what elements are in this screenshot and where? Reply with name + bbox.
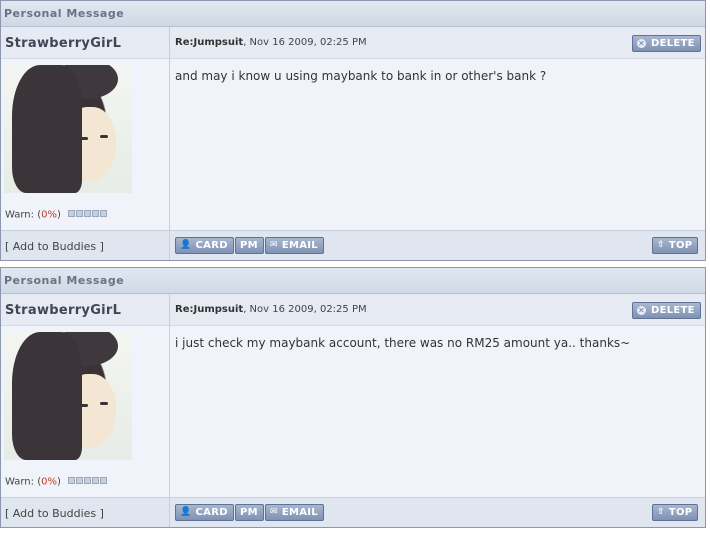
- top-button[interactable]: ⇧ TOP: [652, 237, 699, 254]
- post-date: , Nov 16 2009, 02:25 PM: [243, 37, 367, 48]
- author-panel: StrawberryGirL Warn: (0%): [1, 27, 170, 230]
- post-footer: [ Add to Buddies ] 👤 CARD PM ✉ EMAIL ⇧ TOP: [1, 497, 705, 527]
- warn-meter: [68, 476, 108, 487]
- envelope-icon: ✉: [270, 507, 278, 517]
- avatar: [4, 65, 132, 193]
- post-subject: Re:Jumpsuit: [175, 304, 244, 315]
- post-header: Re:Jumpsuit, Nov 16 2009, 02:25 PM ✕ DELE…: [170, 27, 705, 59]
- author-row: StrawberryGirL: [1, 27, 169, 59]
- pm-button[interactable]: PM: [235, 504, 264, 521]
- author-name[interactable]: StrawberryGirL: [5, 303, 121, 318]
- post-meta: Re:Jumpsuit, Nov 16 2009, 02:25 PM: [175, 304, 367, 315]
- avatar: [4, 332, 132, 460]
- author-row: StrawberryGirL: [1, 294, 169, 326]
- arrow-up-icon: ⇧: [657, 507, 665, 517]
- message-post-2: Personal Message StrawberryGirL Warn: (0…: [0, 267, 706, 528]
- warn-value: 0%: [41, 209, 57, 221]
- post-footer: [ Add to Buddies ] 👤 CARD PM ✉ EMAIL ⇧ TOP: [1, 230, 705, 260]
- post-date: , Nov 16 2009, 02:25 PM: [243, 304, 367, 315]
- post-content: Re:Jumpsuit, Nov 16 2009, 02:25 PM ✕ DELE…: [170, 294, 705, 497]
- card-button[interactable]: 👤 CARD: [175, 237, 234, 254]
- close-icon: ✕: [637, 306, 646, 315]
- section-title: Personal Message: [1, 268, 705, 294]
- close-icon: ✕: [637, 39, 646, 48]
- author-name[interactable]: StrawberryGirL: [5, 36, 121, 51]
- warn-level: Warn: (0%): [5, 476, 108, 488]
- post-meta: Re:Jumpsuit, Nov 16 2009, 02:25 PM: [175, 37, 367, 48]
- email-button[interactable]: ✉ EMAIL: [265, 237, 324, 254]
- post-header: Re:Jumpsuit, Nov 16 2009, 02:25 PM ✕ DELE…: [170, 294, 705, 326]
- post-body: i just check my maybank account, there w…: [175, 336, 631, 350]
- delete-button[interactable]: ✕ DELETE: [632, 302, 701, 319]
- post-body: and may i know u using maybank to bank i…: [175, 69, 547, 83]
- section-title: Personal Message: [1, 1, 705, 27]
- user-icon: 👤: [180, 240, 192, 250]
- post-content: Re:Jumpsuit, Nov 16 2009, 02:25 PM ✕ DELE…: [170, 27, 705, 230]
- warn-value: 0%: [41, 476, 57, 488]
- user-icon: 👤: [180, 507, 192, 517]
- envelope-icon: ✉: [270, 240, 278, 250]
- card-button[interactable]: 👤 CARD: [175, 504, 234, 521]
- message-post-1: Personal Message StrawberryGirL Warn: (0…: [0, 0, 706, 261]
- arrow-up-icon: ⇧: [657, 240, 665, 250]
- add-to-buddies-link[interactable]: [ Add to Buddies ]: [5, 507, 104, 520]
- warn-meter: [68, 209, 108, 220]
- add-to-buddies-link[interactable]: [ Add to Buddies ]: [5, 240, 104, 253]
- pm-button[interactable]: PM: [235, 237, 264, 254]
- email-button[interactable]: ✉ EMAIL: [265, 504, 324, 521]
- warn-level: Warn: (0%): [5, 209, 108, 221]
- author-panel: StrawberryGirL Warn: (0%): [1, 294, 170, 497]
- post-subject: Re:Jumpsuit: [175, 37, 244, 48]
- top-button[interactable]: ⇧ TOP: [652, 504, 699, 521]
- delete-button[interactable]: ✕ DELETE: [632, 35, 701, 52]
